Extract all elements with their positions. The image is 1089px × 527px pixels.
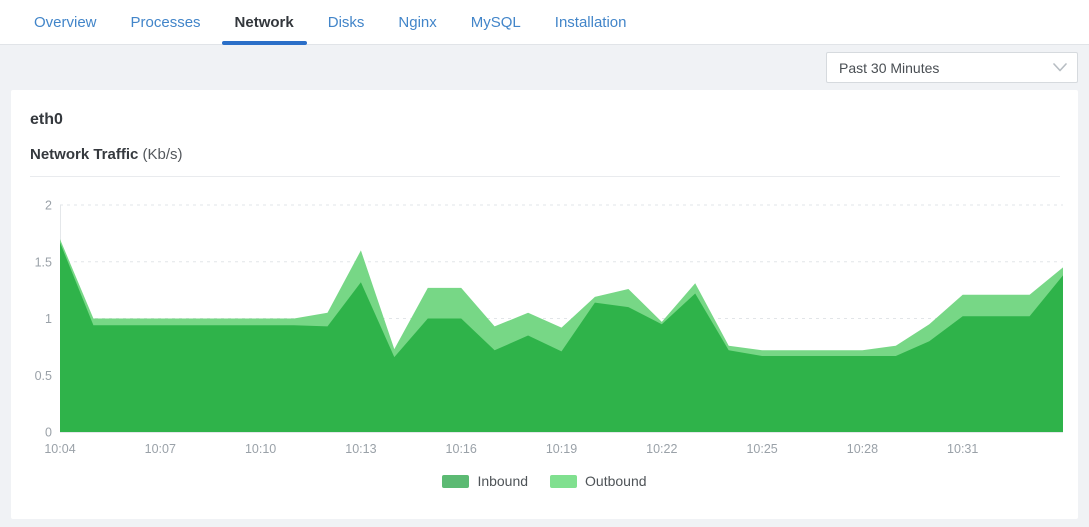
legend-item-outbound[interactable]: Outbound bbox=[550, 473, 647, 489]
chart-toolbar: Past 30 Minutes bbox=[0, 45, 1089, 90]
x-axis-label: 10:19 bbox=[546, 442, 577, 456]
x-axis-label: 10:16 bbox=[446, 442, 477, 456]
tab-bar: Overview Processes Network Disks Nginx M… bbox=[0, 0, 1089, 45]
x-axis-label: 10:07 bbox=[145, 442, 176, 456]
y-axis-label: 1 bbox=[45, 312, 52, 326]
x-axis-label: 10:13 bbox=[345, 442, 376, 456]
tab-network[interactable]: Network bbox=[222, 0, 307, 44]
legend-item-inbound[interactable]: Inbound bbox=[442, 473, 528, 489]
tab-overview[interactable]: Overview bbox=[21, 0, 110, 44]
x-axis-label: 10:31 bbox=[947, 442, 978, 456]
y-axis-label: 0.5 bbox=[35, 369, 52, 383]
x-axis-label: 10:10 bbox=[245, 442, 276, 456]
x-axis-label: 10:25 bbox=[746, 442, 777, 456]
legend-label-inbound: Inbound bbox=[477, 473, 528, 489]
chart-title-text: Network Traffic bbox=[30, 146, 138, 163]
x-axis-label: 10:04 bbox=[44, 442, 75, 456]
tab-mysql[interactable]: MySQL bbox=[458, 0, 534, 44]
network-interface-card: eth0 Network Traffic (Kb/s) 0 0.5 1 1.5 2 10:… bbox=[11, 90, 1078, 519]
legend-label-outbound: Outbound bbox=[585, 473, 647, 489]
tab-processes[interactable]: Processes bbox=[118, 0, 214, 44]
time-range-value: Past 30 Minutes bbox=[839, 60, 939, 76]
chart-legend: Inbound Outbound bbox=[11, 473, 1078, 489]
chevron-down-icon bbox=[1053, 63, 1067, 72]
y-axis-label: 2 bbox=[45, 199, 52, 213]
chart-title: Network Traffic (Kb/s) bbox=[11, 129, 1078, 176]
interface-name: eth0 bbox=[11, 90, 1078, 129]
x-axis-label: 10:22 bbox=[646, 442, 677, 456]
y-axis-label: 1.5 bbox=[35, 255, 52, 269]
x-axis-label: 10:28 bbox=[847, 442, 878, 456]
chart-units: (Kb/s) bbox=[143, 146, 183, 163]
tab-installation[interactable]: Installation bbox=[542, 0, 640, 44]
outbound-swatch-icon bbox=[550, 475, 577, 488]
tab-nginx[interactable]: Nginx bbox=[385, 0, 449, 44]
inbound-swatch-icon bbox=[442, 475, 469, 488]
y-axis-label: 0 bbox=[45, 426, 52, 440]
network-traffic-chart: 0 0.5 1 1.5 2 10:04 10:07 10:10 10:13 10:16 10:19 1… bbox=[11, 177, 1078, 462]
time-range-select[interactable]: Past 30 Minutes bbox=[826, 52, 1078, 83]
tab-disks[interactable]: Disks bbox=[315, 0, 378, 44]
